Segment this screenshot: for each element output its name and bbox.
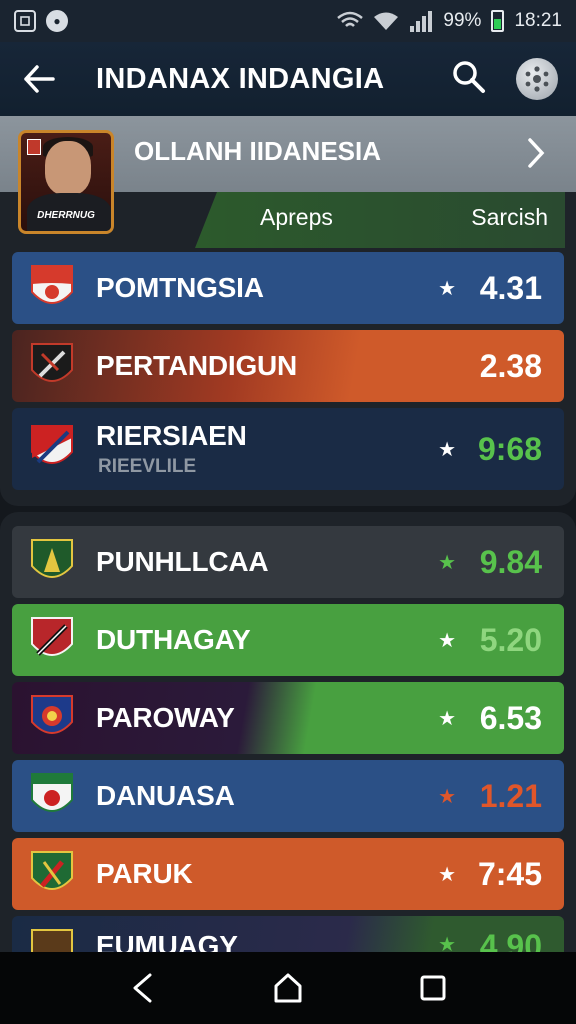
tab-apreps[interactable]: Apreps	[260, 204, 333, 231]
clock: 18:21	[514, 10, 562, 31]
list-item[interactable]: RIERSIAEN RIEEVLILE ★ 9:68	[12, 408, 564, 490]
team-crest-icon	[31, 425, 73, 464]
back-arrow-icon[interactable]	[18, 58, 60, 100]
list-item[interactable]: PAROWAY ★ 6.53	[12, 682, 564, 754]
team-crest-icon	[31, 265, 73, 304]
team-name: DUTHAGAY	[96, 624, 251, 655]
search-icon[interactable]	[452, 60, 486, 99]
list-item[interactable]: PERTANDIGUN 2.38	[12, 330, 564, 402]
star-icon[interactable]: ★	[438, 628, 456, 653]
team-name: POMTNGSIA	[96, 272, 264, 303]
signal-icon	[410, 11, 433, 32]
team-name: DANUASA	[96, 780, 235, 811]
results-card: PUNHLLCAA ★ 9.84 DUTHAGAY ★ 5.20 PAROWAY…	[0, 512, 576, 988]
nav-back-icon[interactable]	[123, 968, 163, 1008]
star-icon[interactable]: ★	[438, 550, 456, 575]
odds-value: 2.38	[479, 347, 542, 384]
star-icon[interactable]: ★	[438, 437, 456, 462]
soccer-ball-icon[interactable]	[516, 58, 558, 100]
odds-value: 5.20	[479, 621, 542, 658]
team-name: PUNHLLCAA	[96, 546, 269, 577]
team-subtitle: RIEEVLILE	[98, 456, 197, 477]
odds-value: 7:45	[477, 855, 542, 892]
wifi-calling-icon	[337, 11, 364, 27]
battery-percent: 99%	[443, 10, 482, 31]
nav-home-icon[interactable]	[268, 968, 308, 1008]
team-crest-icon	[31, 617, 73, 656]
chevron-right-icon[interactable]	[526, 136, 546, 175]
odds-value: 1.21	[479, 777, 542, 814]
team-crest-icon	[31, 343, 73, 382]
team-crest-icon	[31, 539, 73, 578]
team-name: RIERSIAEN	[96, 420, 247, 451]
tab-sarcish[interactable]: Sarcish	[471, 204, 548, 231]
odds-value: 6.53	[479, 699, 542, 736]
odds-value: 4.31	[479, 269, 542, 306]
star-icon[interactable]: ★	[438, 276, 456, 301]
team-crest-icon	[31, 851, 73, 890]
star-icon[interactable]: ★	[438, 706, 456, 731]
odds-value: 9.84	[479, 543, 542, 580]
avatar[interactable]: DHERRNUG	[18, 130, 114, 234]
system-nav-bar	[0, 952, 576, 1024]
screenshot-icon	[14, 10, 36, 32]
star-icon[interactable]: ★	[438, 862, 456, 887]
flag-icon	[27, 139, 41, 155]
list-item[interactable]: PARUK ★ 7:45	[12, 838, 564, 910]
record-icon: ●	[46, 10, 68, 32]
profile-name: OLLANH IIDANESIA	[134, 136, 381, 166]
nav-recents-icon[interactable]	[413, 968, 453, 1008]
profile-card: OLLANH IIDANESIA DHERRNUG Apreps Sarcish…	[0, 116, 576, 506]
avatar-caption: DHERRNUG	[37, 210, 95, 221]
page-title: INDANAX INDANGIA	[96, 62, 385, 95]
team-name: PAROWAY	[96, 702, 235, 733]
status-bar: ● 99% 18:21	[0, 0, 576, 42]
list-item[interactable]: DUTHAGAY ★ 5.20	[12, 604, 564, 676]
app-header: INDANAX INDANGIA	[0, 42, 576, 116]
odds-value: 9:68	[477, 430, 542, 467]
team-name: PARUK	[96, 858, 193, 889]
list-item[interactable]: DANUASA ★ 1.21	[12, 760, 564, 832]
team-crest-icon	[31, 695, 73, 734]
team-crest-icon	[31, 773, 73, 812]
team-name: PERTANDIGUN	[96, 350, 298, 381]
wifi-icon	[374, 12, 399, 30]
star-icon[interactable]: ★	[438, 784, 456, 809]
list-item[interactable]: POMTNGSIA ★ 4.31	[12, 252, 564, 324]
list-item[interactable]: PUNHLLCAA ★ 9.84	[12, 526, 564, 598]
battery-icon	[491, 10, 505, 32]
